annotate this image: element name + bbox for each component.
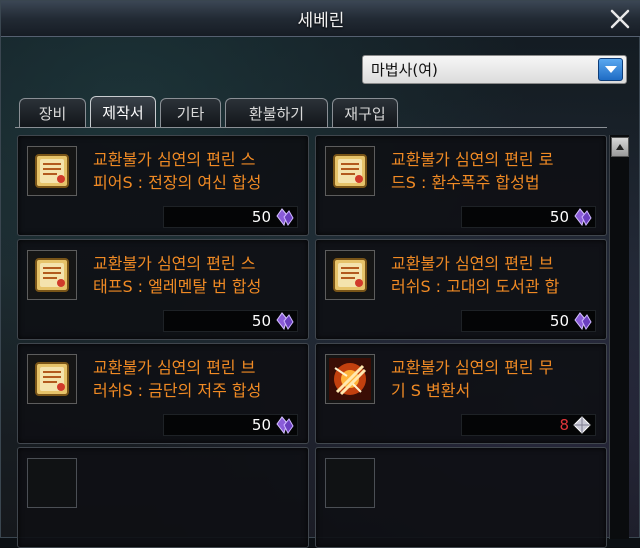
item-name: 교환불가 심연의 편린 로 드S : 환수폭주 합성법 — [391, 150, 554, 192]
item-price: 50 — [163, 414, 298, 436]
chevron-down-icon — [604, 65, 617, 73]
empty-icon-frame — [27, 458, 77, 508]
shop-item-slot[interactable]: 교환불가 심연의 편린 브 러쉬S : 금단의 저주 합성 50 — [17, 343, 309, 444]
abyss-shard-gem-icon — [276, 208, 294, 227]
tab-refund[interactable]: 환불하기 — [225, 98, 328, 127]
class-filter-dropdown[interactable]: 마법사(여) — [362, 55, 627, 84]
item-list-scrollbar[interactable] — [609, 135, 629, 539]
recipe-scroll-icon — [27, 250, 77, 300]
abyss-shard-gem-icon — [276, 312, 294, 331]
scroll-up-button[interactable] — [611, 137, 629, 157]
price-value: 50 — [549, 208, 569, 226]
recipe-scroll-icon — [325, 146, 375, 196]
item-price: 50 — [461, 310, 596, 332]
price-value: 50 — [251, 208, 271, 226]
price-value: 8 — [559, 416, 569, 434]
item-price: 8 — [461, 414, 596, 436]
shop-item-slot[interactable]: 교환불가 심연의 편린 브 러쉬S : 고대의 도서관 합 50 — [315, 239, 607, 340]
shop-item-slot[interactable]: 교환불가 심연의 편린 스 피어S : 전장의 여신 합성 50 — [17, 135, 309, 236]
close-icon — [610, 9, 630, 29]
severin-shop-window: 세베린 마법사(여) 장비 제작서 기타 환불하기 재구입 교환불가 심연의 편… — [0, 0, 640, 548]
empty-item-slot — [315, 447, 607, 548]
item-price: 50 — [163, 206, 298, 228]
abyss-shard-gem-icon — [276, 416, 294, 435]
item-name: 교환불가 심연의 편린 스 피어S : 전장의 여신 합성 — [93, 150, 262, 192]
empty-item-slot — [17, 447, 309, 548]
tab-other[interactable]: 기타 — [160, 98, 221, 127]
item-name: 교환불가 심연의 편린 스 태프S : 엘레멘탈 번 합성 — [93, 254, 262, 296]
title-bar: 세베린 — [1, 1, 640, 37]
class-filter-value: 마법사(여) — [371, 61, 438, 79]
item-price: 50 — [163, 310, 298, 332]
abyss-crystal-icon — [573, 416, 591, 434]
empty-icon-frame — [325, 458, 375, 508]
tab-equipment[interactable]: 장비 — [19, 98, 86, 127]
weapon-converter-icon — [325, 354, 375, 404]
item-grid: 교환불가 심연의 편린 스 피어S : 전장의 여신 합성 50 교환불가 심연… — [17, 135, 607, 548]
price-value: 50 — [251, 312, 271, 330]
abyss-shard-gem-icon — [574, 208, 592, 227]
window-title: 세베린 — [297, 11, 345, 31]
item-price: 50 — [461, 206, 596, 228]
shop-item-slot[interactable]: 교환불가 심연의 편린 로 드S : 환수폭주 합성법 50 — [315, 135, 607, 236]
price-value: 50 — [549, 312, 569, 330]
item-name: 교환불가 심연의 편린 브 러쉬S : 고대의 도서관 합 — [391, 254, 560, 296]
close-button[interactable] — [607, 6, 633, 32]
tab-rebuy[interactable]: 재구입 — [332, 98, 398, 127]
shop-item-slot[interactable]: 교환불가 심연의 편린 스 태프S : 엘레멘탈 번 합성 50 — [17, 239, 309, 340]
recipe-scroll-icon — [27, 354, 77, 404]
shop-tabs: 장비 제작서 기타 환불하기 재구입 — [19, 96, 398, 127]
abyss-shard-gem-icon — [574, 312, 592, 331]
item-name: 교환불가 심연의 편린 무 기 S 변환서 — [391, 358, 554, 400]
item-name: 교환불가 심연의 편린 브 러쉬S : 금단의 저주 합성 — [93, 358, 262, 400]
arrow-up-icon — [616, 144, 624, 150]
recipe-scroll-icon — [325, 250, 375, 300]
price-value: 50 — [251, 416, 271, 434]
recipe-scroll-icon — [27, 146, 77, 196]
dropdown-toggle-button[interactable] — [598, 58, 623, 81]
shop-item-slot[interactable]: 교환불가 심연의 편린 무 기 S 변환서 8 — [315, 343, 607, 444]
tab-recipes[interactable]: 제작서 — [90, 96, 156, 127]
